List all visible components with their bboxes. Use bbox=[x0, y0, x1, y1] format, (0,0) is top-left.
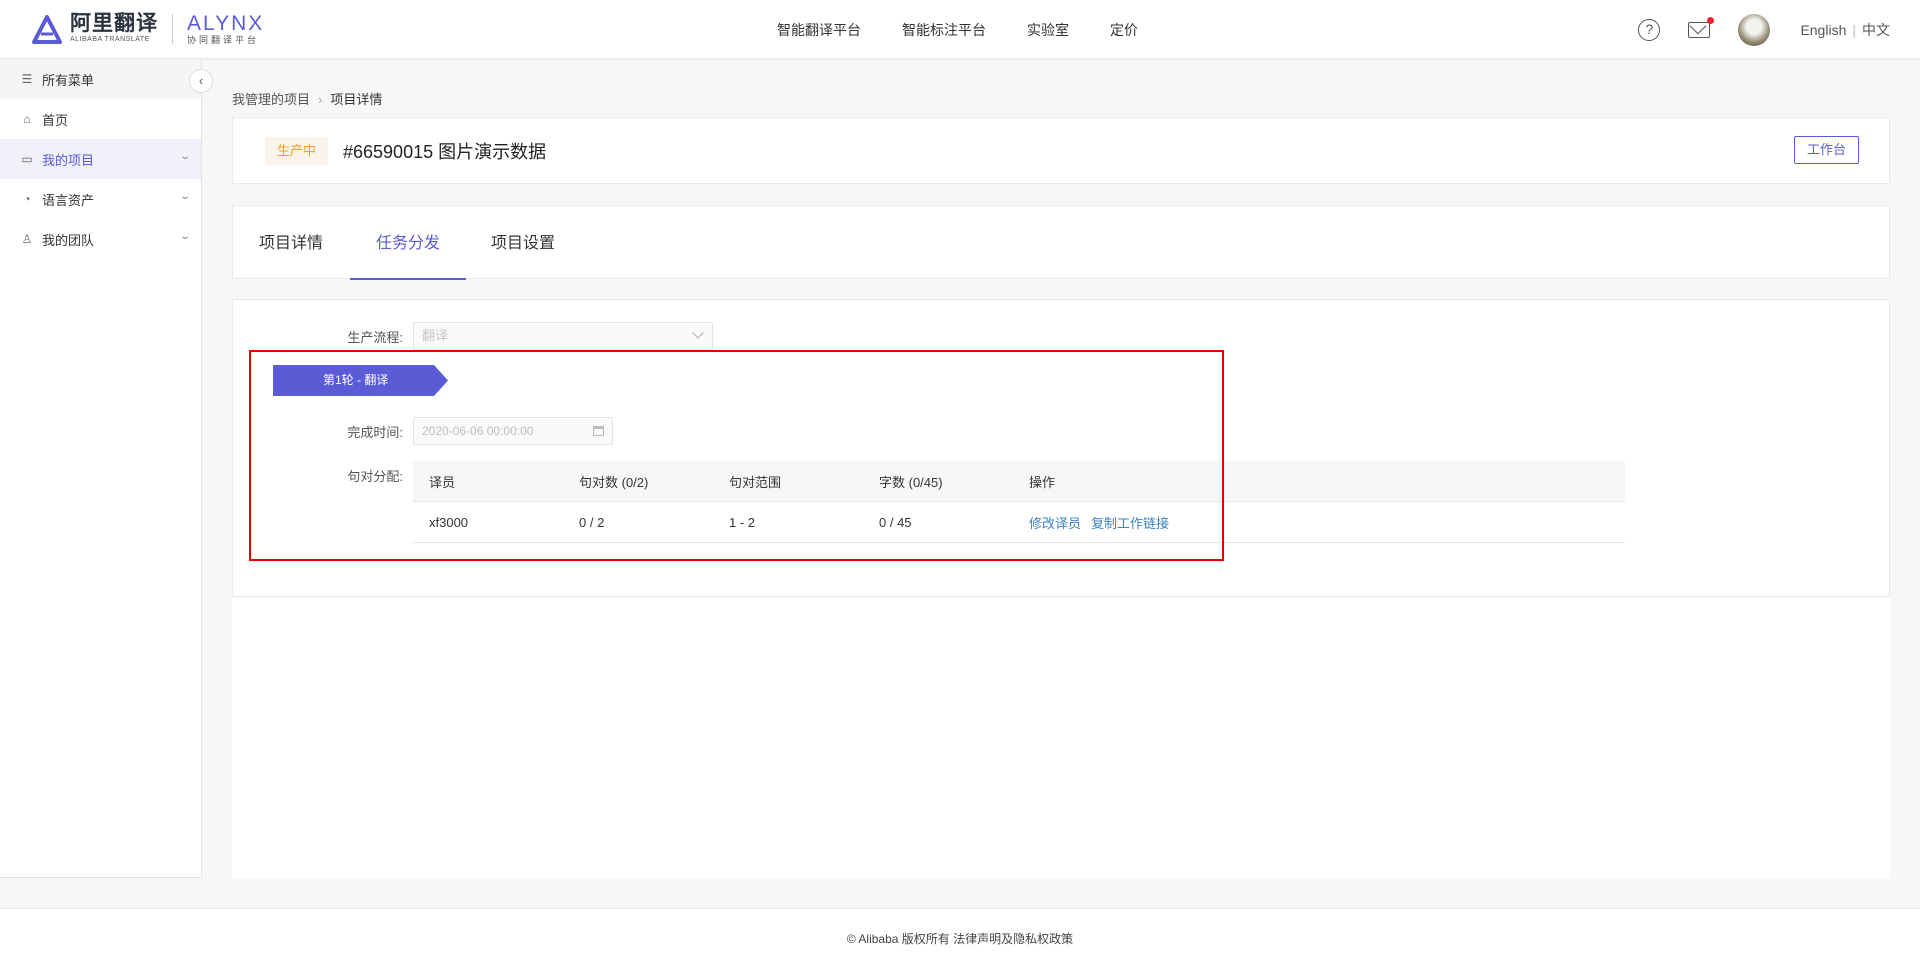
lang-separator: | bbox=[1852, 22, 1856, 38]
deadline-label: 完成时间: bbox=[347, 425, 403, 440]
col-translator: 译员 bbox=[429, 474, 456, 490]
notification-dot bbox=[1707, 17, 1715, 24]
logo-cn-sub: ALIBABA TRANSLATE bbox=[70, 36, 150, 43]
tab-task-distribution[interactable]: 任务分发 bbox=[350, 206, 467, 280]
topnav-item-pricing[interactable]: 定价 bbox=[1110, 20, 1138, 40]
workbench-button[interactable]: 工作台 bbox=[1793, 136, 1859, 164]
table-header: 译员 句对数 (0/2) 句对范围 字数 (0/45) 操作 bbox=[413, 461, 1625, 502]
cell-actions: 修改译员 复制工作链接 bbox=[1013, 513, 1313, 532]
logo[interactable]: 阿里翻译 ALIBABA TRANSLATE ALYNX 协同翻译平台 bbox=[30, 13, 264, 45]
copy-work-link[interactable]: 复制工作链接 bbox=[1091, 516, 1169, 531]
avatar[interactable] bbox=[1738, 14, 1771, 46]
modify-translator-link[interactable]: 修改译员 bbox=[1029, 516, 1081, 531]
sidebar-item-label: 我的项目 bbox=[42, 152, 95, 168]
lang-english[interactable]: English bbox=[1800, 22, 1846, 38]
sidebar: ☰ 所有菜单 ⌂ 首页 ▭ 我的项目 ⌄ ◔ 语言资产 ⌄ ♙ 我的团队 ⌄ ‹ bbox=[0, 59, 213, 878]
top-header: 阿里翻译 ALIBABA TRANSLATE ALYNX 协同翻译平台 智能翻译… bbox=[0, 0, 1920, 59]
breadcrumb-current: 项目详情 bbox=[330, 92, 383, 107]
col-actions: 操作 bbox=[1029, 474, 1056, 490]
sidebar-item-language-assets[interactable]: ◔ 语言资产 ⌄ bbox=[0, 179, 201, 219]
topnav-item-translate[interactable]: 智能翻译平台 bbox=[777, 20, 861, 40]
tabs-bar: 项目详情 任务分发 项目设置 bbox=[232, 205, 1890, 280]
assignment-table: 译员 句对数 (0/2) 句对范围 字数 (0/45) 操作 xf3000 0 … bbox=[413, 461, 1625, 543]
sidebar-item-my-projects[interactable]: ▭ 我的项目 ⌄ bbox=[0, 139, 201, 179]
logo-cn-name: 阿里翻译 bbox=[70, 12, 158, 35]
language-switcher: English | 中文 bbox=[1800, 20, 1890, 40]
lang-chinese[interactable]: 中文 bbox=[1862, 22, 1890, 38]
col-words: 字数 (0/45) bbox=[879, 474, 943, 490]
status-badge: 生产中 bbox=[265, 137, 329, 165]
mail-icon[interactable] bbox=[1688, 17, 1715, 38]
col-range: 句对范围 bbox=[729, 474, 782, 490]
topnav-item-lab[interactable]: 实验室 bbox=[1027, 20, 1069, 40]
cell-pairs: 0 / 2 bbox=[579, 514, 605, 530]
sidebar-collapse-button[interactable]: ‹ bbox=[189, 69, 213, 93]
list-icon: ☰ bbox=[21, 72, 33, 86]
calendar-icon bbox=[593, 426, 604, 436]
page-title: #66590015 图片演示数据 bbox=[343, 142, 547, 162]
help-icon[interactable]: ? bbox=[1638, 19, 1661, 41]
sidebar-item-all-menus[interactable]: ☰ 所有菜单 bbox=[0, 59, 201, 99]
flow-select-value: 翻译 bbox=[422, 328, 449, 343]
chevron-down-icon bbox=[692, 327, 704, 339]
col-pairs: 句对数 (0/2) bbox=[579, 474, 649, 490]
folder-icon: ▭ bbox=[21, 152, 33, 166]
tab-project-settings[interactable]: 项目设置 bbox=[465, 206, 581, 280]
flow-select[interactable]: 翻译 bbox=[413, 322, 713, 350]
sidebar-item-home[interactable]: ⌂ 首页 bbox=[0, 99, 201, 139]
sidebar-item-label: 语言资产 bbox=[42, 192, 95, 208]
sidebar-item-label: 我的团队 bbox=[42, 232, 95, 248]
task-distribution-panel: 生产流程: 翻译 第1轮 - 翻译 完成时间: 2020-06-06 00:00… bbox=[232, 299, 1890, 597]
assign-label: 句对分配: bbox=[347, 469, 403, 484]
logo-divider bbox=[172, 14, 173, 44]
chevron-down-icon: ⌄ bbox=[178, 231, 191, 242]
topnav-item-annotate[interactable]: 智能标注平台 bbox=[902, 20, 986, 40]
breadcrumb: 我管理的项目 › 项目详情 bbox=[232, 89, 382, 108]
deadline-value: 2020-06-06 00:00:00 bbox=[422, 424, 534, 438]
sidebar-item-label: 首页 bbox=[42, 112, 69, 128]
sidebar-item-label: 所有菜单 bbox=[42, 72, 95, 88]
table-row: xf3000 0 / 2 1 - 2 0 / 45 修改译员 复制工作链接 bbox=[413, 502, 1625, 543]
sidebar-item-my-team[interactable]: ♙ 我的团队 ⌄ bbox=[0, 219, 201, 259]
flow-label: 生产流程: bbox=[347, 330, 403, 345]
chevron-down-icon: ⌄ bbox=[178, 151, 191, 162]
footer: © Alibaba 版权所有 法律声明及隐私权政策 bbox=[0, 908, 1920, 969]
logo-en-sub: 协同翻译平台 bbox=[187, 35, 260, 45]
pie-icon: ◔ bbox=[23, 192, 31, 206]
chevron-down-icon: ⌄ bbox=[178, 191, 191, 202]
header-right: ? English | 中文 bbox=[1638, 14, 1890, 46]
deadline-field[interactable]: 2020-06-06 00:00:00 bbox=[413, 417, 613, 445]
round-tag: 第1轮 - 翻译 bbox=[273, 365, 448, 396]
project-header-card: 生产中 #66590015 图片演示数据 工作台 bbox=[232, 117, 1890, 184]
breadcrumb-separator: › bbox=[318, 92, 323, 107]
cell-range: 1 - 2 bbox=[729, 514, 756, 530]
home-icon: ⌂ bbox=[23, 112, 31, 126]
user-icon: ♙ bbox=[21, 232, 33, 246]
logo-en-name: ALYNX bbox=[187, 12, 265, 35]
top-nav: 智能翻译平台 智能标注平台 实验室 定价 bbox=[777, 20, 1179, 40]
breadcrumb-parent[interactable]: 我管理的项目 bbox=[232, 92, 310, 107]
cell-translator: xf3000 bbox=[429, 514, 469, 530]
tab-project-details[interactable]: 项目详情 bbox=[233, 206, 349, 280]
alibaba-translate-logo-icon bbox=[32, 15, 62, 44]
cell-words: 0 / 45 bbox=[879, 514, 912, 530]
content-filler bbox=[232, 597, 1890, 878]
